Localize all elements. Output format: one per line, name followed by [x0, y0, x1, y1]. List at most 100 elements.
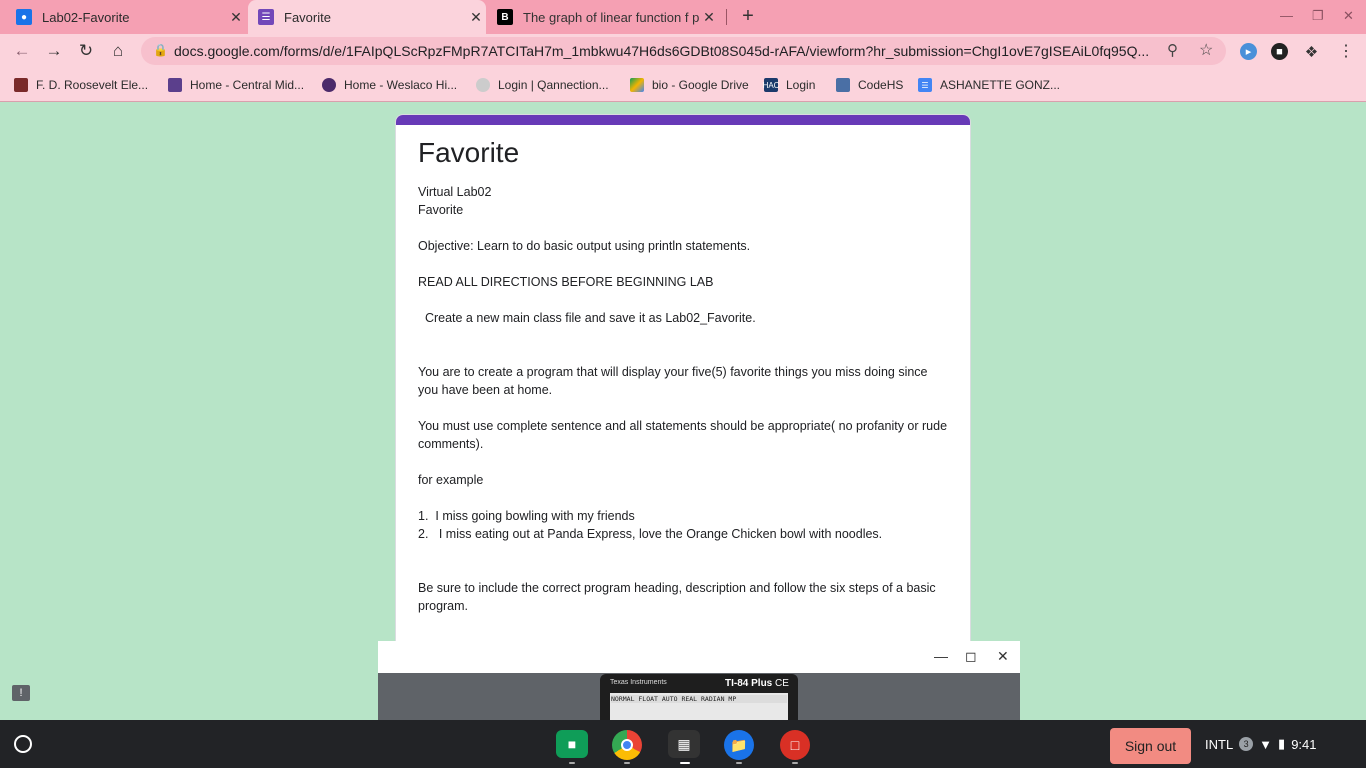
app-indicator: [569, 762, 575, 764]
maximize-icon[interactable]: ◻: [965, 648, 977, 665]
desc-line: [418, 399, 948, 417]
desc-line: Create a new main class file and save it…: [418, 311, 756, 325]
minimize-icon[interactable]: —: [934, 648, 948, 664]
page-content: Favorite Virtual Lab02 Favorite Objectiv…: [0, 103, 1366, 720]
chrome-icon[interactable]: [612, 730, 642, 760]
desc-line: [418, 453, 948, 471]
desc-line: [418, 489, 948, 507]
extension-icon[interactable]: ▸: [1240, 43, 1257, 60]
form-accent-bar: [396, 115, 970, 125]
minimize-icon[interactable]: —: [1280, 8, 1293, 23]
wifi-icon: ▼: [1259, 736, 1273, 752]
qannection-icon: [476, 78, 490, 92]
chromeos-shelf: ■ ▦ 📁 □ Sign out INTL 3 ▼ ▮ 9:41: [0, 720, 1366, 768]
calculator-icon[interactable]: ▦: [668, 730, 700, 758]
restore-icon[interactable]: ❐: [1312, 8, 1324, 24]
desc-line: for example: [418, 473, 484, 487]
tab-strip: ● Lab02-Favorite ✕ ☰ Favorite ✕ B The gr…: [0, 0, 1366, 34]
desc-line: You must use complete sentence and all s…: [418, 419, 948, 451]
files-icon[interactable]: 📁: [724, 730, 754, 760]
desc-line: Objective: Learn to do basic output usin…: [418, 239, 751, 253]
desc-line: [418, 561, 948, 579]
bookmark-qannection[interactable]: Login | Qannection...: [476, 76, 609, 94]
app-indicator: [736, 762, 742, 764]
close-icon[interactable]: ✕: [997, 648, 1009, 665]
tab-separator: [726, 9, 727, 25]
school-icon: [14, 78, 28, 92]
calculator-screen[interactable]: NORMAL FLOAT AUTO REAL RADIAN MP: [610, 693, 788, 720]
new-tab-button[interactable]: +: [737, 5, 759, 27]
app-indicator: [624, 762, 630, 764]
desc-line: 2. I miss eating out at Panda Express, l…: [418, 527, 883, 541]
tab-lab02-favorite[interactable]: ● Lab02-Favorite ✕: [16, 0, 246, 34]
bookmark-central-mid[interactable]: Home - Central Mid...: [168, 76, 304, 94]
calculator-brand: Texas Instruments: [610, 679, 667, 686]
sign-out-button[interactable]: Sign out: [1110, 728, 1191, 764]
system-tray[interactable]: INTL 3 ▼ ▮ 9:41: [1205, 728, 1317, 760]
close-icon[interactable]: ✕: [226, 7, 246, 27]
bookmark-label: Home - Central Mid...: [190, 78, 305, 92]
tab-favorite[interactable]: ☰ Favorite ✕: [248, 0, 486, 34]
tab-brainly[interactable]: B The graph of linear function f pa ✕: [497, 0, 719, 34]
tab-title: Lab02-Favorite: [42, 9, 130, 25]
desc-line: [418, 345, 948, 363]
bookmark-label: bio - Google Drive: [652, 78, 749, 92]
bookmark-bio-drive[interactable]: bio - Google Drive: [630, 76, 749, 94]
extension-robot-icon[interactable]: ■: [1271, 43, 1288, 60]
puzzle-icon[interactable]: ❖: [1303, 43, 1320, 61]
lock-icon[interactable]: 🔒: [153, 43, 168, 57]
home-icon[interactable]: ⌂: [107, 40, 129, 62]
clock: 9:41: [1291, 736, 1317, 752]
desc-line: You are to create a program that will di…: [418, 365, 928, 397]
form-description: Virtual Lab02 Favorite Objective: Learn …: [418, 183, 948, 615]
reload-icon[interactable]: ↻: [75, 40, 97, 62]
zoom-icon[interactable]: ⚲: [1167, 41, 1178, 59]
tab-title: Favorite: [284, 9, 331, 25]
bookmark-login-hac[interactable]: HAC Login: [763, 76, 816, 94]
drive-icon: [630, 78, 644, 92]
school-icon: [168, 78, 182, 92]
crest-icon: [322, 78, 336, 92]
back-icon[interactable]: ←: [11, 40, 33, 62]
close-window-icon[interactable]: ✕: [1343, 8, 1354, 24]
browser-toolbar: ← → ↻ ⌂ 🔒 docs.google.com/forms/d/e/1FAI…: [0, 34, 1366, 68]
feedback-icon[interactable]: !: [12, 685, 30, 701]
calculator-status-line: NORMAL FLOAT AUTO REAL RADIAN MP: [611, 695, 787, 703]
desc-line: 1. I miss going bowling with my friends: [418, 509, 635, 523]
bookmark-codehs[interactable]: CodeHS: [836, 76, 903, 94]
bookmark-fdr[interactable]: F. D. Roosevelt Ele...: [14, 76, 148, 94]
desc-line: Favorite: [418, 203, 464, 217]
bookmark-ashanette[interactable]: ☰ ASHANETTE GONZ...: [918, 76, 1060, 94]
desc-line: [418, 291, 948, 309]
classroom-icon[interactable]: ■: [556, 730, 588, 758]
gallery-icon[interactable]: □: [780, 730, 810, 760]
close-icon[interactable]: ✕: [699, 7, 719, 27]
ime-indicator: INTL: [1205, 736, 1234, 752]
url-text[interactable]: docs.google.com/forms/d/e/1FAIpQLScRpzFM…: [174, 43, 1159, 59]
desc-line: [418, 543, 948, 561]
app-indicator: [680, 762, 690, 764]
forward-icon[interactable]: →: [43, 40, 65, 62]
bookmark-label: CodeHS: [858, 78, 904, 92]
battery-icon: ▮: [1278, 736, 1286, 751]
ti84-calculator[interactable]: Texas Instruments TI-84 Plus CE NORMAL F…: [600, 674, 798, 720]
bookmark-label: F. D. Roosevelt Ele...: [36, 78, 149, 92]
desc-line: [418, 327, 948, 345]
codehs-icon: [836, 78, 850, 92]
notification-badge: 3: [1239, 737, 1254, 751]
form-title: Favorite: [418, 137, 520, 168]
app-indicator: [792, 762, 798, 764]
launcher-icon[interactable]: [14, 735, 32, 753]
menu-icon[interactable]: ⋮: [1338, 41, 1354, 61]
close-icon[interactable]: ✕: [466, 7, 486, 27]
desc-line: READ ALL DIRECTIONS BEFORE BEGINNING LAB: [418, 275, 714, 289]
bookmark-label: Home - Weslaco Hi...: [344, 78, 458, 92]
bookmark-label: Login: [786, 78, 816, 92]
bookmark-weslaco[interactable]: Home - Weslaco Hi...: [322, 76, 457, 94]
calculator-model: TI-84 Plus CE: [725, 678, 789, 689]
bookmark-star-icon[interactable]: ☆: [1199, 40, 1213, 60]
address-bar[interactable]: 🔒 docs.google.com/forms/d/e/1FAIpQLScRpz…: [141, 37, 1226, 65]
calculator-window: — ◻ ✕ Texas Instruments TI-84 Plus CE NO…: [378, 641, 1020, 720]
docs-icon: ☰: [918, 78, 932, 92]
bookmark-label: ASHANETTE GONZ...: [940, 78, 1061, 92]
